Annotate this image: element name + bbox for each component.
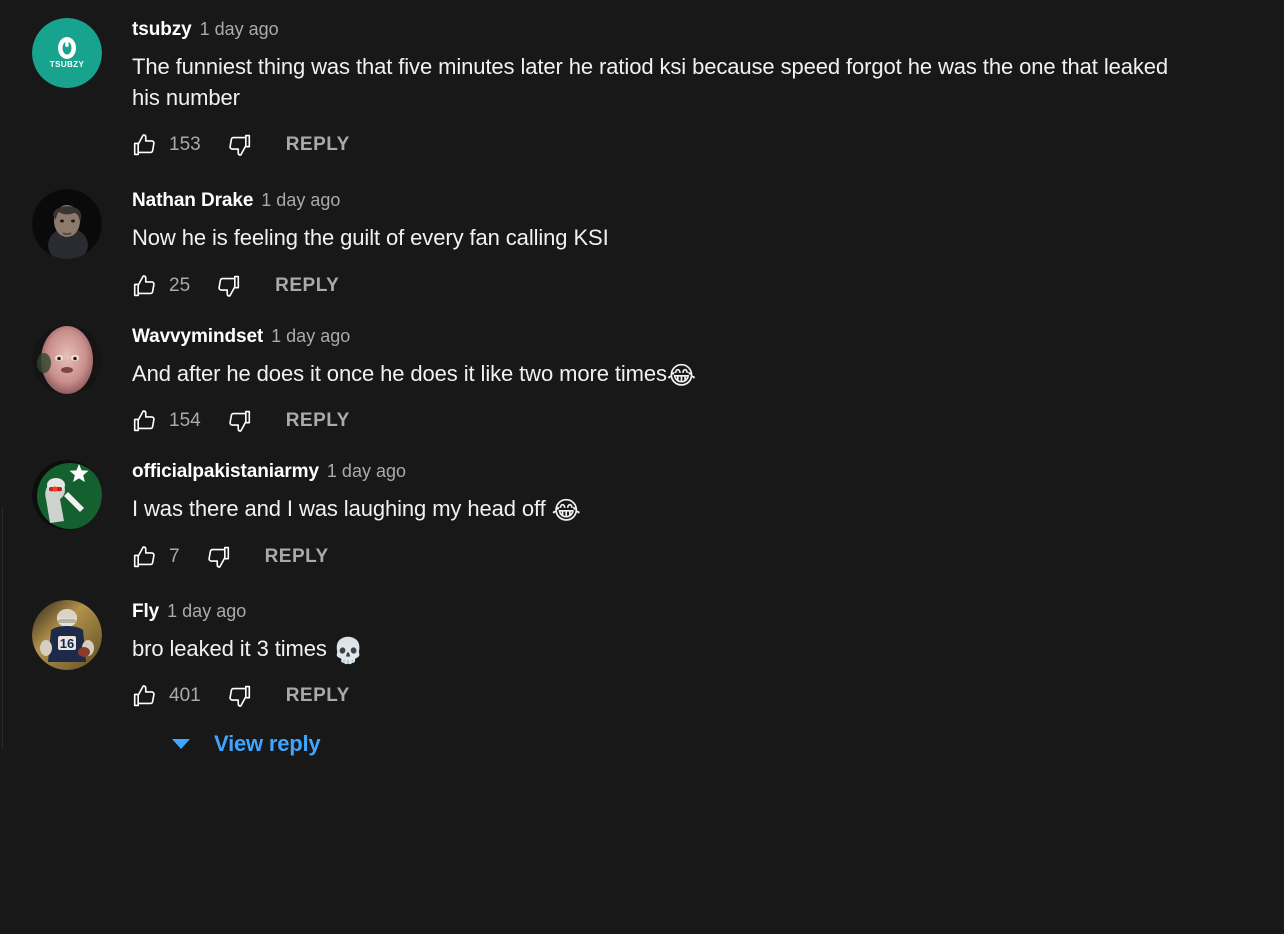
chevron-down-icon: [172, 739, 190, 750]
comment-thread: 16 Fly 1 day ago bro leaked it 3 times 💀…: [0, 596, 1284, 712]
comment-text-content: The funniest thing was that five minutes…: [132, 54, 1169, 110]
comment-emoji: 😂: [551, 496, 581, 526]
avatar-image: 16: [32, 599, 102, 670]
comment-thread: officialpakistaniarmy 1 day ago I was th…: [0, 456, 1284, 572]
comment-emoji: 💀: [332, 635, 364, 665]
comment-timestamp: 1 day ago: [261, 190, 341, 211]
comment-text: The funniest thing was that five minutes…: [132, 52, 1182, 113]
like-button[interactable]: 401: [132, 681, 201, 711]
avatar-wavvymindset[interactable]: [32, 324, 102, 395]
comment-text-content: Now he is feeling the guilt of every fan…: [132, 225, 609, 251]
comment-timestamp: 1 day ago: [167, 600, 247, 621]
avatar-image: [32, 324, 102, 395]
like-button[interactable]: 153: [132, 130, 201, 160]
comment-text: I was there and I was laughing my head o…: [132, 494, 1182, 525]
dislike-button[interactable]: [215, 271, 241, 301]
view-replies-label: View reply: [214, 731, 321, 757]
comment-author[interactable]: Fly: [132, 602, 159, 621]
comment-thread: TSUBZY tsubzy 1 day ago The funniest thi…: [0, 14, 1284, 160]
avatar-image: [32, 189, 102, 260]
avatar-image: [32, 460, 102, 531]
like-button[interactable]: 25: [132, 271, 190, 301]
comment-thread: Wavvymindset 1 day ago And after he does…: [0, 321, 1284, 437]
comment-actions: 401 REPLY: [132, 681, 1264, 711]
comment-thread: Nathan Drake 1 day ago Now he is feeling…: [0, 185, 1284, 301]
comment-author[interactable]: Wavvymindset: [132, 327, 263, 346]
thumbs-down-icon: [207, 546, 229, 568]
thumbs-up-icon: [133, 410, 155, 432]
comment-text-content: bro leaked it 3 times: [132, 635, 333, 661]
dislike-button[interactable]: [205, 542, 231, 572]
avatar-fly[interactable]: 16: [32, 599, 102, 670]
dislike-button[interactable]: [226, 130, 252, 160]
like-count: 401: [169, 685, 201, 707]
comment-body: officialpakistaniarmy 1 day ago I was th…: [102, 456, 1264, 572]
thumbs-down-icon: [228, 134, 250, 157]
like-count: 25: [169, 274, 191, 296]
svg-text:TSUBZY: TSUBZY: [50, 60, 85, 69]
comment-author[interactable]: Nathan Drake: [132, 191, 253, 210]
comment-body: Wavvymindset 1 day ago And after he does…: [102, 321, 1264, 437]
reply-button[interactable]: REPLY: [275, 275, 339, 297]
comment-emoji: 😂: [666, 360, 697, 390]
comment-meta: Nathan Drake 1 day ago: [132, 185, 1264, 210]
comment-actions: 154 REPLY: [132, 406, 1264, 436]
comment-text: And after he does it once he does it lik…: [132, 359, 1182, 390]
comment-body: Fly 1 day ago bro leaked it 3 times 💀 40…: [102, 596, 1264, 712]
comment-list: TSUBZY tsubzy 1 day ago The funniest thi…: [0, 0, 1284, 757]
comment-timestamp: 1 day ago: [271, 325, 351, 346]
comment-meta: tsubzy 1 day ago: [132, 14, 1264, 39]
comment-body: Nathan Drake 1 day ago Now he is feeling…: [102, 185, 1264, 301]
thumbs-up-icon: [133, 685, 155, 707]
like-button[interactable]: 154: [132, 406, 201, 436]
comment-body: tsubzy 1 day ago The funniest thing was …: [102, 14, 1264, 160]
comment-meta: Fly 1 day ago: [132, 596, 1264, 621]
like-count: 7: [169, 545, 180, 567]
comment-text-content: I was there and I was laughing my head o…: [132, 496, 552, 522]
thumbs-up-icon: [133, 274, 155, 296]
thumbs-down-icon: [218, 275, 240, 297]
comment-meta: officialpakistaniarmy 1 day ago: [132, 456, 1264, 481]
comment-timestamp: 1 day ago: [199, 19, 279, 39]
comment-meta: Wavvymindset 1 day ago: [132, 321, 1264, 346]
like-count: 153: [169, 134, 201, 156]
view-replies-button[interactable]: View reply: [172, 731, 321, 757]
comment-text-content: And after he does it once he does it lik…: [132, 360, 667, 386]
avatar-officialpakistaniarmy[interactable]: [32, 460, 102, 531]
svg-text:16: 16: [60, 636, 74, 651]
reply-button[interactable]: REPLY: [265, 546, 329, 568]
like-count: 154: [169, 410, 201, 432]
comment-author[interactable]: tsubzy: [132, 20, 192, 39]
comment-text: Now he is feeling the guilt of every fan…: [132, 223, 1182, 254]
avatar-image: TSUBZY: [32, 18, 102, 88]
comment-actions: 25 REPLY: [132, 271, 1264, 301]
comment-timestamp: 1 day ago: [326, 461, 406, 482]
dislike-button[interactable]: [226, 406, 252, 436]
comment-author[interactable]: officialpakistaniarmy: [132, 462, 319, 481]
like-button[interactable]: 7: [132, 542, 180, 572]
thumbs-down-icon: [228, 411, 250, 433]
comment-actions: 153 REPLY: [132, 130, 1264, 160]
comment-text: bro leaked it 3 times 💀: [132, 634, 1182, 665]
reply-button[interactable]: REPLY: [286, 410, 350, 432]
thumbs-down-icon: [228, 686, 250, 708]
thumbs-up-icon: [133, 134, 155, 156]
reply-button[interactable]: REPLY: [286, 685, 350, 707]
comment-actions: 7 REPLY: [132, 542, 1264, 572]
thumbs-up-icon: [133, 545, 155, 568]
avatar-tsubzy[interactable]: TSUBZY: [32, 18, 102, 88]
avatar-nathan-drake[interactable]: [32, 189, 102, 260]
reply-button[interactable]: REPLY: [286, 134, 350, 156]
dislike-button[interactable]: [226, 681, 252, 711]
